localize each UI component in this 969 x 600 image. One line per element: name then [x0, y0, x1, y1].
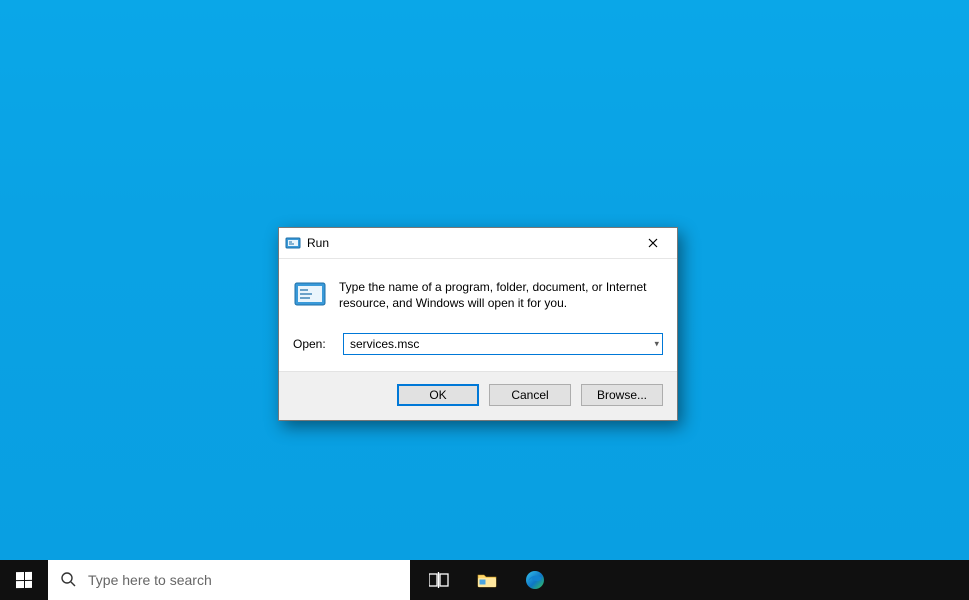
desktop-background[interactable]: Run Type the name of a program, folder, … — [0, 0, 969, 560]
open-label: Open: — [293, 337, 343, 351]
folder-icon — [477, 572, 497, 588]
run-dialog-button-strip: OK Cancel Browse... — [279, 371, 677, 420]
windows-logo-icon — [16, 572, 32, 588]
ok-button[interactable]: OK — [397, 384, 479, 406]
run-dialog: Run Type the name of a program, folder, … — [278, 227, 678, 421]
open-input[interactable] — [343, 333, 663, 355]
file-explorer-button[interactable] — [476, 569, 498, 591]
open-combobox[interactable]: ▾ — [343, 333, 663, 355]
taskbar-pinned-apps — [410, 560, 546, 600]
taskbar-search[interactable]: Type here to search — [48, 560, 410, 600]
edge-browser-button[interactable] — [524, 569, 546, 591]
task-view-icon — [429, 572, 449, 588]
search-icon — [60, 571, 76, 590]
run-dialog-titlebar[interactable]: Run — [279, 228, 677, 259]
close-button[interactable] — [631, 229, 675, 257]
taskbar-search-placeholder: Type here to search — [88, 572, 212, 588]
run-app-icon — [285, 235, 301, 251]
run-dialog-description: Type the name of a program, folder, docu… — [339, 277, 663, 311]
run-dialog-title: Run — [307, 236, 631, 250]
task-view-button[interactable] — [428, 569, 450, 591]
run-dialog-body: Type the name of a program, folder, docu… — [279, 259, 677, 371]
edge-icon — [525, 570, 545, 590]
cancel-button[interactable]: Cancel — [489, 384, 571, 406]
browse-button[interactable]: Browse... — [581, 384, 663, 406]
start-button[interactable] — [0, 560, 48, 600]
close-icon — [648, 238, 658, 248]
taskbar[interactable]: Type here to search — [0, 560, 969, 600]
run-program-icon — [293, 277, 327, 311]
